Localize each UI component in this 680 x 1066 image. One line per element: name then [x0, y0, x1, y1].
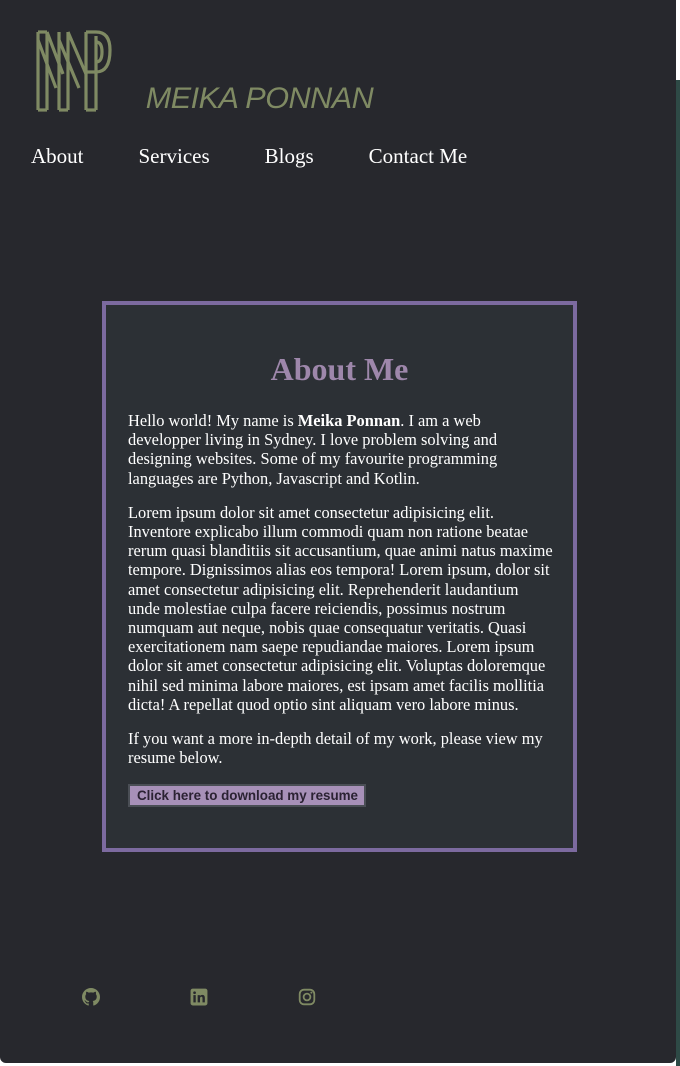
brand-name[interactable]: MEIKA PONNAN: [146, 82, 374, 116]
linkedin-icon: [190, 988, 208, 1006]
github-icon: [82, 988, 100, 1006]
about-intro: Hello world! My name is Meika Ponnan. I …: [128, 411, 553, 488]
main-nav: About Services Blogs Contact Me: [31, 143, 522, 169]
intro-text-start: Hello world! My name is: [128, 411, 298, 430]
intro-name: Meika Ponnan: [297, 411, 401, 430]
linkedin-link[interactable]: [190, 988, 208, 1006]
window-edge: [676, 80, 680, 1066]
page: MEIKA PONNAN About Services Blogs Contac…: [0, 0, 676, 1063]
about-body: Hello world! My name is Meika Ponnan. I …: [128, 411, 553, 808]
instagram-icon: [298, 988, 316, 1006]
nav-item-about[interactable]: About: [31, 143, 84, 169]
about-paragraph-2: Lorem ipsum dolor sit amet consectetur a…: [128, 502, 553, 714]
logo-monogram[interactable]: [34, 26, 112, 116]
about-card: About Me Hello world! My name is Meika P…: [102, 301, 577, 852]
nav-item-services[interactable]: Services: [139, 143, 210, 169]
instagram-link[interactable]: [298, 988, 316, 1006]
about-paragraph-3: If you want a more in-depth detail of my…: [128, 729, 543, 768]
github-link[interactable]: [82, 988, 100, 1006]
nav-item-contact[interactable]: Contact Me: [369, 143, 468, 169]
download-resume-button[interactable]: Click here to download my resume: [128, 784, 367, 808]
about-title: About Me: [270, 351, 409, 387]
nav-item-blogs[interactable]: Blogs: [265, 143, 314, 169]
